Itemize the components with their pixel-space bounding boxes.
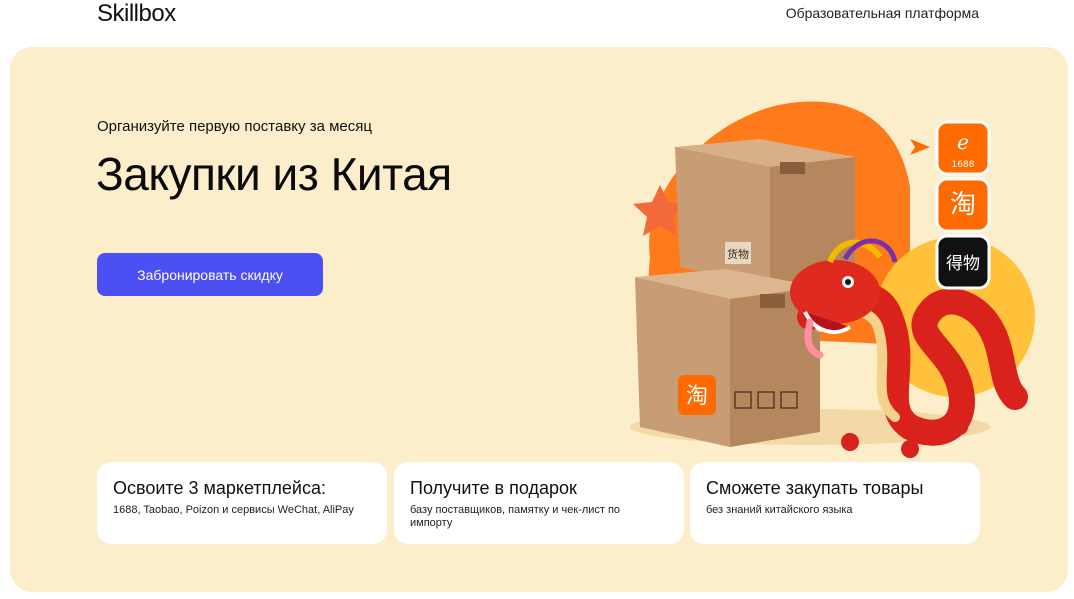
card-title: Освоите 3 маркетплейса:: [113, 478, 326, 498]
skillbox-logo[interactable]: Skillbox: [97, 0, 176, 28]
card-text: 1688, Taobao, Poizon и сервисы WeChat, A…: [113, 504, 354, 516]
benefit-card-buy: Сможете закупать товары без знаний китай…: [690, 462, 980, 544]
hero-banner: Организуйте первую поставку за месяц Зак…: [10, 47, 1068, 592]
svg-text:淘: 淘: [950, 190, 976, 220]
china-shopping-illustration: 货物 淘 ℯ 1688 淘 得物: [630, 101, 1035, 458]
svg-text:得物: 得物: [946, 254, 980, 274]
card-title: Получите в подарок: [410, 478, 577, 498]
card-title: Сможете закупать товары: [706, 478, 924, 498]
svg-text:1688: 1688: [952, 160, 975, 170]
pointer-arrow-icon: [910, 139, 930, 155]
card-text: базу поставщиков, памятку и чек-лист по …: [410, 504, 621, 529]
benefit-card-marketplaces: Освоите 3 маркетплейса: 1688, Taobao, Po…: [97, 462, 387, 544]
page-title: Закупки из Китая: [96, 148, 452, 200]
svg-text:货物: 货物: [727, 247, 749, 261]
svg-text:淘: 淘: [686, 384, 708, 409]
card-text: без знаний китайского языка: [706, 504, 853, 516]
svg-text:ℯ: ℯ: [957, 130, 969, 154]
benefit-card-gift: Получите в подарок базу поставщиков, пам…: [394, 462, 684, 544]
hero-subtitle: Организуйте первую поставку за месяц: [97, 118, 372, 135]
top-bar: Skillbox Образовательная платформа: [0, 0, 1074, 44]
benefit-cards: Освоите 3 маркетплейса: 1688, Taobao, Po…: [97, 462, 980, 544]
book-discount-button[interactable]: Забронировать скидку: [97, 253, 323, 296]
platform-link[interactable]: Образовательная платформа: [786, 5, 979, 21]
